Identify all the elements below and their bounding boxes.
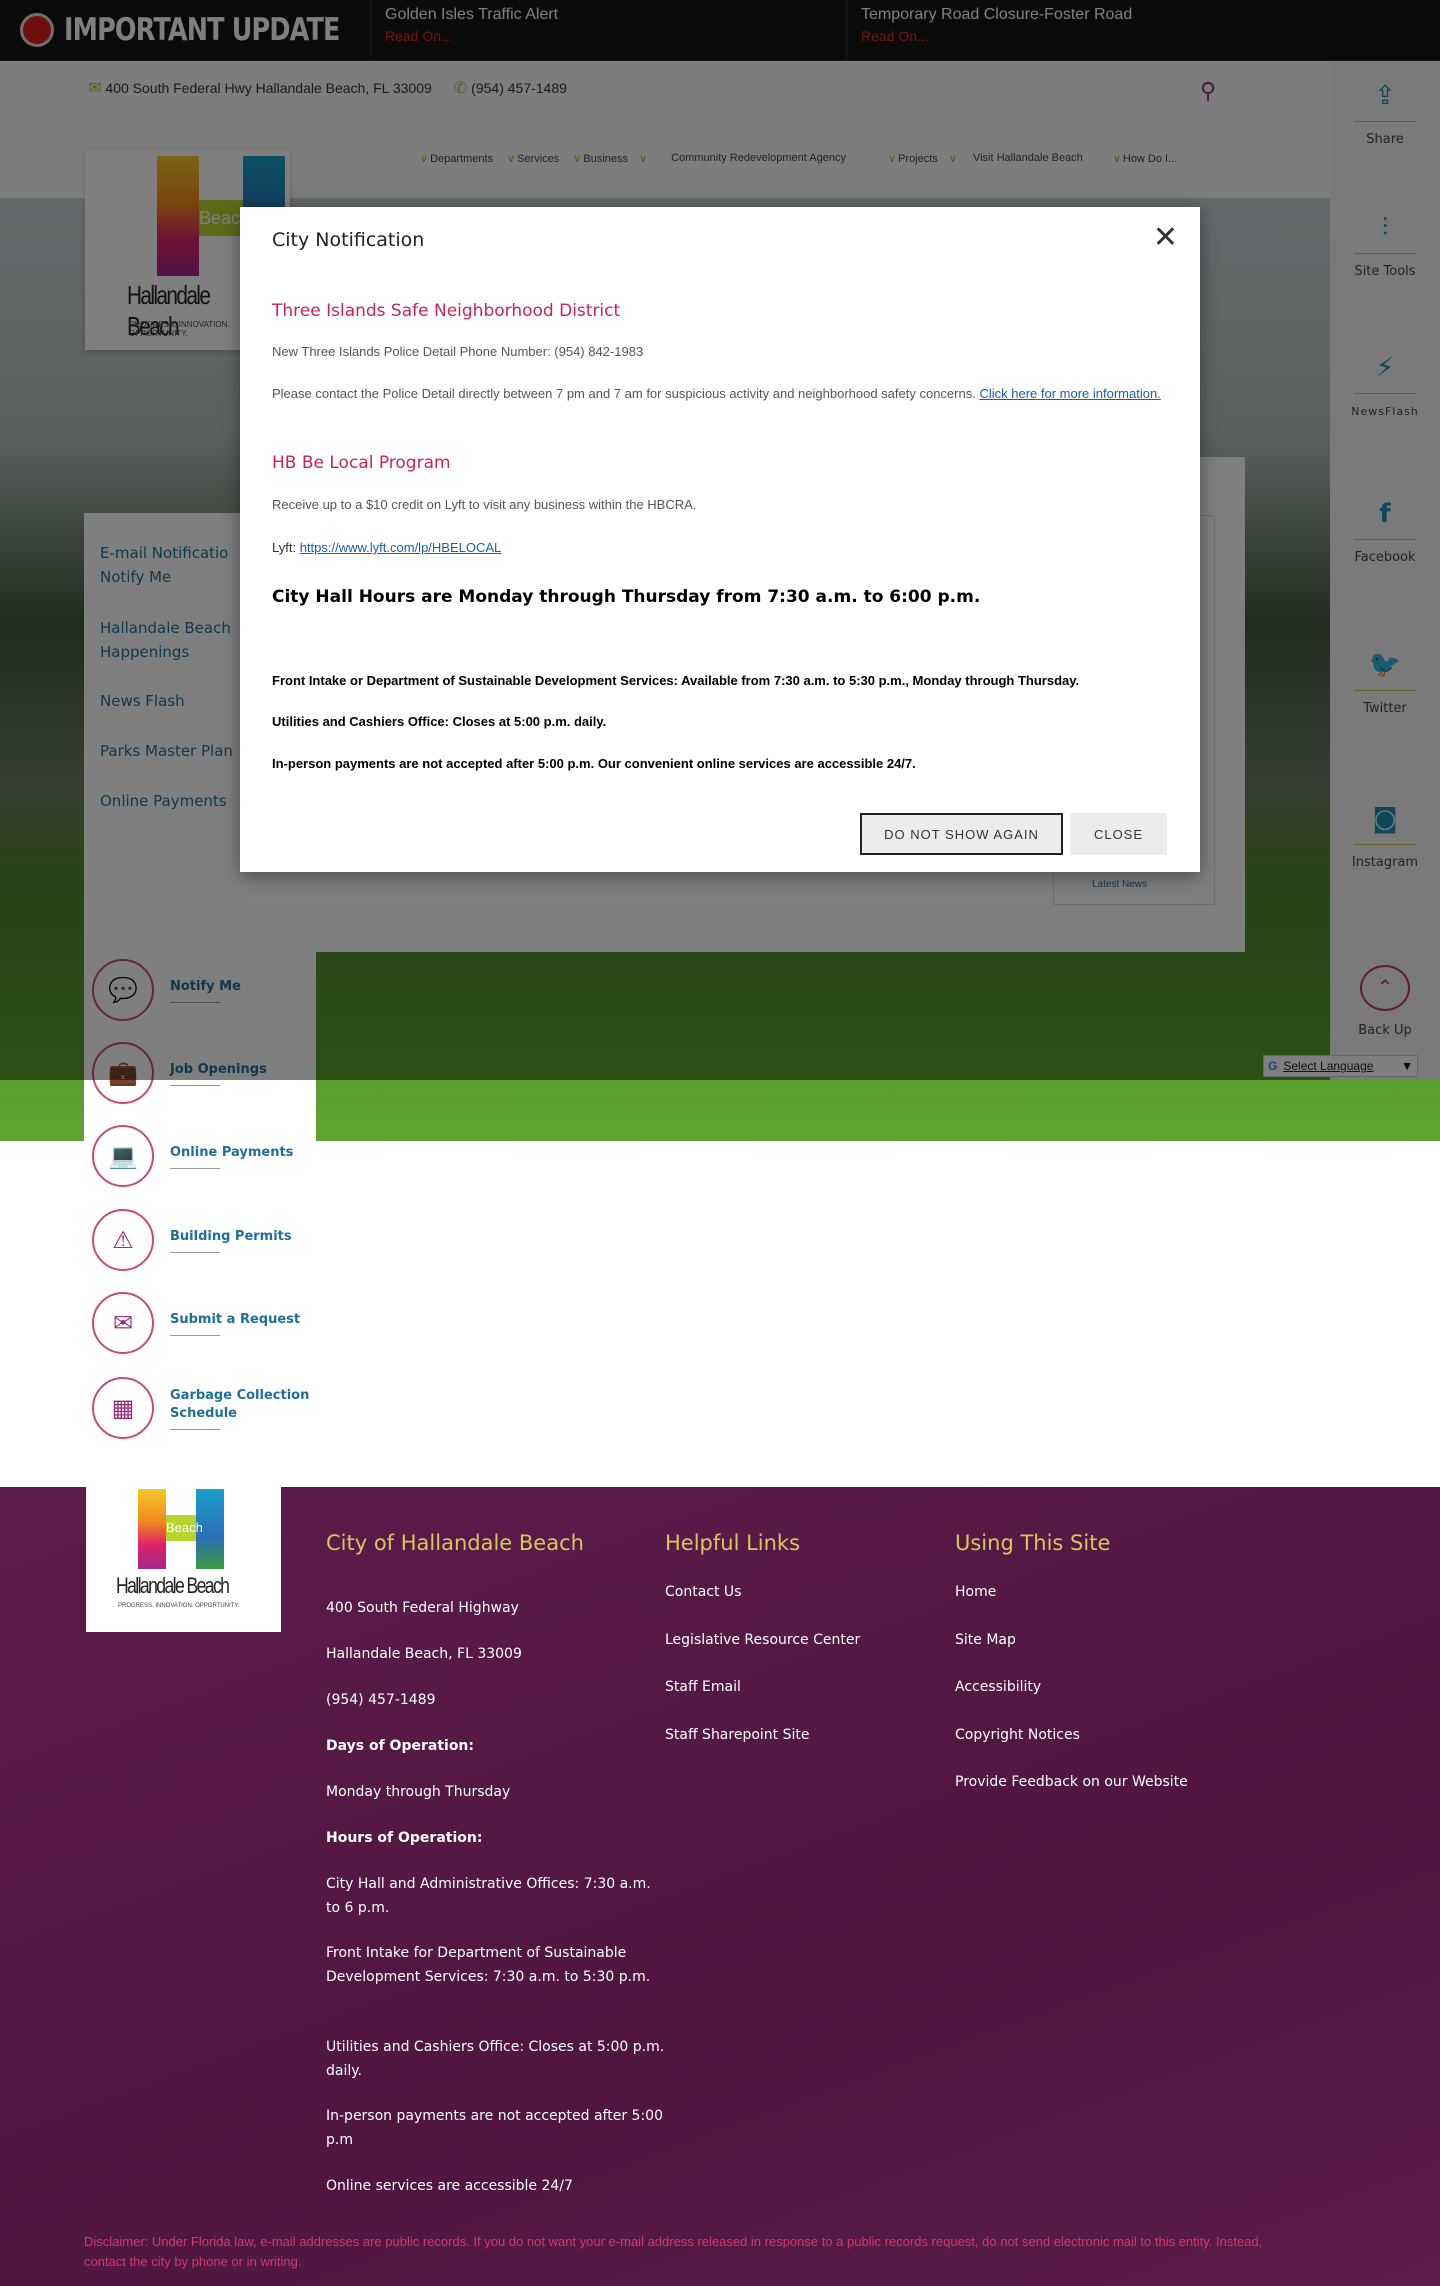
footer-link[interactable]: Staff Email — [665, 1675, 1005, 1699]
do-not-show-again-button[interactable]: DO NOT SHOW AGAIN — [860, 813, 1063, 855]
footer-link[interactable]: Provide Feedback on our Website — [955, 1770, 1295, 1794]
more-info-link[interactable]: Click here for more information. — [979, 386, 1160, 401]
lyft-link[interactable]: https://www.lyft.com/lp/HBELOCAL — [300, 540, 502, 555]
disclaimer: Disclaimer: Under Florida law, e-mail ad… — [84, 2234, 1263, 2269]
quick-link-garbage-schedule[interactable]: ▦ Garbage Collection Schedule — [92, 1377, 320, 1439]
footer-link[interactable]: Accessibility — [955, 1675, 1295, 1699]
close-icon[interactable]: ✕ — [1153, 223, 1178, 253]
hours-heading: City Hall Hours are Monday through Thurs… — [272, 587, 981, 607]
footer-heading: Using This Site — [955, 1531, 1111, 1555]
city-notification-modal: City Notification ✕ Three Islands Safe N… — [240, 207, 1200, 872]
quick-link-online-payments[interactable]: 💻 Online Payments — [92, 1125, 320, 1187]
close-button[interactable]: CLOSE — [1070, 813, 1167, 855]
footer-logo[interactable]: Beach Hallandale Beach PROGRESS. INNOVAT… — [86, 1487, 281, 1632]
permit-icon: ⚠ — [92, 1209, 154, 1271]
quick-link-submit-request[interactable]: ✉ Submit a Request — [92, 1292, 320, 1354]
envelope-icon: ✉ — [92, 1292, 154, 1354]
laptop-icon: 💻 — [92, 1125, 154, 1187]
section-heading: Three Islands Safe Neighborhood District — [272, 301, 621, 321]
footer-link[interactable]: Copyright Notices — [955, 1723, 1295, 1747]
calendar-icon: ▦ — [92, 1377, 154, 1439]
modal-title: City Notification — [272, 229, 425, 251]
footer-link[interactable]: Staff Sharepoint Site — [665, 1723, 1005, 1747]
footer-link[interactable]: Home — [955, 1580, 1295, 1604]
footer-phone[interactable]: (954) 457-1489 — [326, 1688, 666, 1712]
footer-heading: City of Hallandale Beach — [326, 1531, 584, 1555]
footer-link[interactable]: Site Map — [955, 1628, 1295, 1652]
footer-link[interactable]: Legislative Resource Center — [665, 1628, 1005, 1652]
quick-link-building-permits[interactable]: ⚠ Building Permits — [92, 1209, 320, 1271]
section-heading: HB Be Local Program — [272, 453, 451, 473]
footer-heading: Helpful Links — [665, 1531, 801, 1555]
footer-link[interactable]: Contact Us — [665, 1580, 1005, 1604]
